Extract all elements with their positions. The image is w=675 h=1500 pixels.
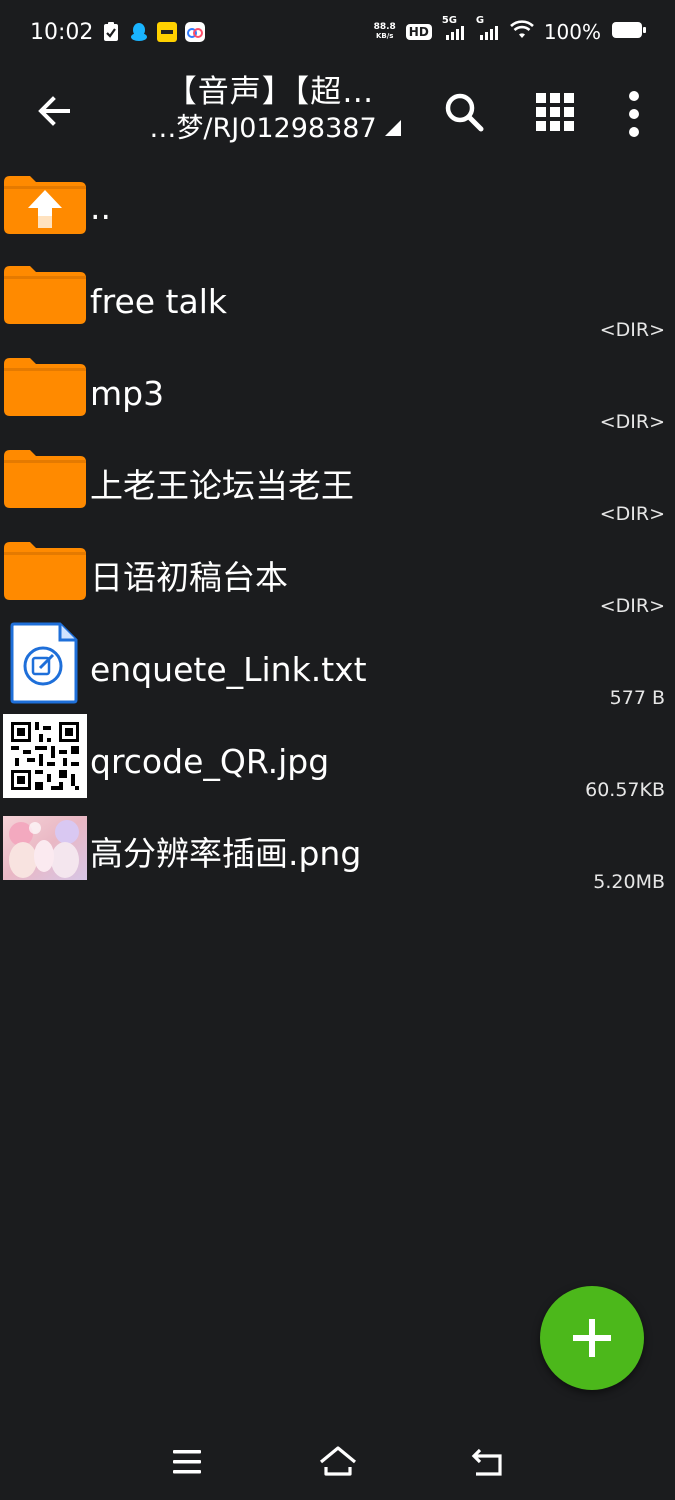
- list-item-file[interactable]: 高分辨率插画.png 5.20MB: [0, 804, 675, 896]
- menu-icon: [173, 1450, 201, 1474]
- menu-nav-button[interactable]: [165, 1442, 209, 1482]
- file-name: mp3: [90, 374, 165, 413]
- list-item-folder[interactable]: free talk <DIR>: [0, 252, 675, 344]
- sim2-label: G: [475, 14, 485, 26]
- file-name: enquete_Link.txt: [90, 650, 367, 689]
- return-icon: [471, 1448, 502, 1476]
- file-name: qrcode_QR.jpg: [90, 742, 330, 781]
- network-speed-value: 88.8: [373, 22, 396, 32]
- file-name: 日语初稿台本: [90, 558, 288, 597]
- arrow-back-icon: [38, 96, 70, 126]
- back-button[interactable]: [30, 86, 80, 136]
- folder-icon: [4, 542, 86, 612]
- back-nav-button[interactable]: [466, 1442, 510, 1482]
- wifi-icon: [509, 20, 534, 44]
- folder-title[interactable]: 【音声】【超…: [130, 72, 410, 112]
- file-meta: <DIR>: [599, 503, 665, 525]
- folder-icon: [4, 266, 86, 336]
- plus-icon: [573, 1319, 611, 1357]
- search-icon: [445, 93, 484, 132]
- status-time: 10:02: [30, 20, 94, 45]
- file-meta: <DIR>: [599, 411, 665, 433]
- signal-sim1: 5G: [442, 15, 466, 44]
- file-meta: <DIR>: [599, 595, 665, 617]
- network-speed: 88.8 KB/s: [374, 23, 396, 41]
- folder-up-icon: [4, 172, 86, 242]
- top-app-bar: 【音声】【超… …梦/RJ01298387: [0, 68, 675, 156]
- qq-penguin-icon: [130, 22, 148, 46]
- status-right-cluster: 88.8 KB/s HD 5G G 100%: [374, 15, 647, 44]
- sim1-label: 5G: [441, 14, 457, 26]
- file-meta: <DIR>: [599, 319, 665, 341]
- system-nav-bar: [0, 1420, 675, 1500]
- list-item-folder[interactable]: mp3 <DIR>: [0, 344, 675, 436]
- home-nav-button[interactable]: [316, 1442, 360, 1482]
- text-file-icon: [10, 622, 80, 704]
- file-name: 上老王论坛当老王: [90, 466, 354, 505]
- home-icon: [319, 1446, 357, 1476]
- list-item-parent[interactable]: ..: [0, 160, 675, 252]
- file-name: ..: [90, 188, 111, 227]
- grid-icon: [536, 93, 574, 131]
- list-item-file[interactable]: enquete_Link.txt 577 B: [0, 620, 675, 712]
- hd-badge: HD: [405, 24, 432, 40]
- battery-icon: [611, 20, 647, 44]
- dropdown-triangle-icon: [384, 120, 401, 136]
- list-item-folder[interactable]: 日语初稿台本 <DIR>: [0, 528, 675, 620]
- file-list: .. free talk <DIR> mp3 <DIR> 上老王论坛当老王 <D…: [0, 160, 675, 896]
- battery-percent: 100%: [543, 20, 601, 44]
- folder-path-label: …梦/RJ01298387: [149, 113, 377, 144]
- meituan-app-icon: [157, 22, 177, 46]
- list-item-folder[interactable]: 上老王论坛当老王 <DIR>: [0, 436, 675, 528]
- image-thumbnail: [3, 816, 87, 880]
- file-name: 高分辨率插画.png: [90, 834, 362, 873]
- clipboard-check-icon: [103, 22, 119, 46]
- file-meta: 577 B: [609, 687, 665, 709]
- network-speed-unit: KB/s: [375, 32, 394, 40]
- more-options-button[interactable]: [604, 82, 664, 142]
- list-item-file[interactable]: qrcode_QR.jpg 60.57KB: [0, 712, 675, 804]
- search-button[interactable]: [434, 82, 494, 142]
- baidu-cloud-icon: [185, 22, 205, 46]
- folder-path-dropdown[interactable]: …梦/RJ01298387: [130, 112, 420, 146]
- add-button[interactable]: [540, 1286, 644, 1390]
- file-name: free talk: [90, 282, 227, 321]
- file-meta: 5.20MB: [593, 871, 665, 893]
- more-vert-icon: [629, 91, 639, 137]
- signal-sim2: G: [476, 15, 500, 44]
- folder-icon: [4, 358, 86, 428]
- file-meta: 60.57KB: [585, 779, 665, 801]
- folder-icon: [4, 450, 86, 520]
- qr-code-thumbnail: [3, 714, 87, 798]
- grid-view-button[interactable]: [525, 82, 585, 142]
- status-bar: 10:02 88.8 KB/s HD 5G G 100%: [0, 0, 675, 68]
